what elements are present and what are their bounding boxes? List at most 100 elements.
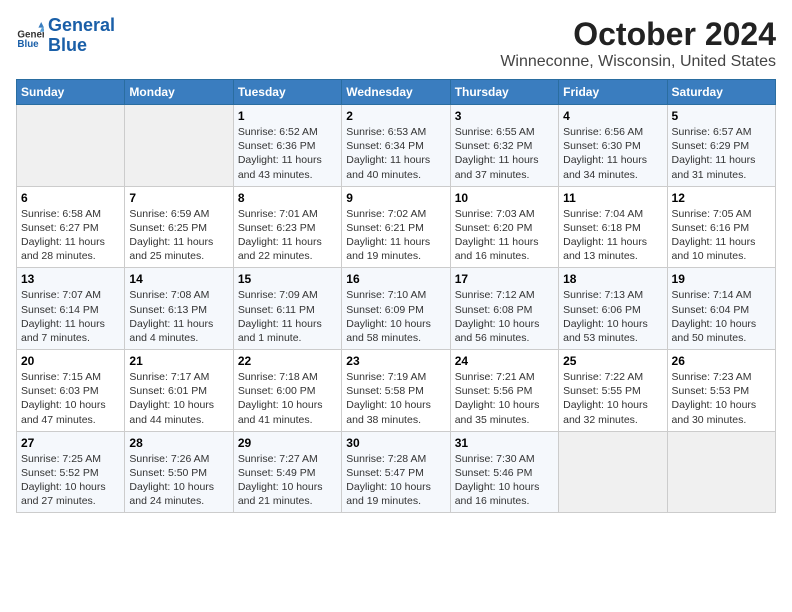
day-detail: Sunrise: 7:17 AM Sunset: 6:01 PM Dayligh…	[129, 370, 228, 427]
calendar-cell	[559, 431, 667, 513]
calendar-cell: 26 Sunrise: 7:23 AM Sunset: 5:53 PM Dayli…	[667, 350, 775, 432]
calendar-cell: 17Sunrise: 7:12 AM Sunset: 6:08 PM Dayli…	[450, 268, 558, 350]
day-number: 16	[346, 272, 445, 286]
day-number: 23	[346, 354, 445, 368]
calendar-cell: 3 Sunrise: 6:55 AM Sunset: 6:32 PM Daylig…	[450, 105, 558, 187]
day-number: 18	[563, 272, 662, 286]
day-detail: Sunrise: 7:05 AM Sunset: 6:16 PM Dayligh…	[672, 207, 771, 264]
page-title: October 2024	[500, 16, 776, 53]
day-detail: Sunrise: 7:04 AM Sunset: 6:18 PM Dayligh…	[563, 207, 662, 264]
day-detail: Sunrise: 6:56 AM Sunset: 6:30 PM Dayligh…	[563, 125, 662, 182]
day-detail: Sunrise: 7:02 AM Sunset: 6:21 PM Dayligh…	[346, 207, 445, 264]
day-number: 14	[129, 272, 228, 286]
column-header-monday: Monday	[125, 80, 233, 105]
calendar-cell: 24 Sunrise: 7:21 AM Sunset: 5:56 PM Dayli…	[450, 350, 558, 432]
column-header-sunday: Sunday	[17, 80, 125, 105]
day-number: 31	[455, 436, 554, 450]
day-number: 25	[563, 354, 662, 368]
calendar-cell	[17, 105, 125, 187]
column-header-tuesday: Tuesday	[233, 80, 341, 105]
day-number: 6	[21, 191, 120, 205]
day-number: 27	[21, 436, 120, 450]
calendar-cell: 6 Sunrise: 6:58 AM Sunset: 6:27 PM Daylig…	[17, 186, 125, 268]
calendar-cell: 22 Sunrise: 7:18 AM Sunset: 6:00 PM Dayli…	[233, 350, 341, 432]
day-number: 26	[672, 354, 771, 368]
calendar-cell: 30 Sunrise: 7:28 AM Sunset: 5:47 PM Dayli…	[342, 431, 450, 513]
calendar-cell: 23 Sunrise: 7:19 AM Sunset: 5:58 PM Dayli…	[342, 350, 450, 432]
day-detail: Sunrise: 7:28 AM Sunset: 5:47 PM Dayligh…	[346, 452, 445, 509]
day-number: 13	[21, 272, 120, 286]
day-detail: Sunrise: 6:58 AM Sunset: 6:27 PM Dayligh…	[21, 207, 120, 264]
day-detail: Sunrise: 7:03 AM Sunset: 6:20 PM Dayligh…	[455, 207, 554, 264]
day-number: 29	[238, 436, 337, 450]
calendar-table: SundayMondayTuesdayWednesdayThursdayFrid…	[16, 79, 776, 513]
day-number: 15	[238, 272, 337, 286]
day-detail: Sunrise: 7:10 AM Sunset: 6:09 PM Dayligh…	[346, 288, 445, 345]
calendar-cell: 5Sunrise: 6:57 AM Sunset: 6:29 PM Daylig…	[667, 105, 775, 187]
calendar-cell: 31 Sunrise: 7:30 AM Sunset: 5:46 PM Dayli…	[450, 431, 558, 513]
day-detail: Sunrise: 7:07 AM Sunset: 6:14 PM Dayligh…	[21, 288, 120, 345]
calendar-cell: 15 Sunrise: 7:09 AM Sunset: 6:11 PM Dayli…	[233, 268, 341, 350]
day-number: 10	[455, 191, 554, 205]
calendar-cell: 20Sunrise: 7:15 AM Sunset: 6:03 PM Dayli…	[17, 350, 125, 432]
day-number: 30	[346, 436, 445, 450]
calendar-cell: 14Sunrise: 7:08 AM Sunset: 6:13 PM Dayli…	[125, 268, 233, 350]
day-detail: Sunrise: 7:23 AM Sunset: 5:53 PM Dayligh…	[672, 370, 771, 427]
day-detail: Sunrise: 6:52 AM Sunset: 6:36 PM Dayligh…	[238, 125, 337, 182]
day-number: 1	[238, 109, 337, 123]
calendar-cell: 25 Sunrise: 7:22 AM Sunset: 5:55 PM Dayli…	[559, 350, 667, 432]
day-detail: Sunrise: 7:09 AM Sunset: 6:11 PM Dayligh…	[238, 288, 337, 345]
day-detail: Sunrise: 7:26 AM Sunset: 5:50 PM Dayligh…	[129, 452, 228, 509]
calendar-cell: 10 Sunrise: 7:03 AM Sunset: 6:20 PM Dayli…	[450, 186, 558, 268]
day-number: 19	[672, 272, 771, 286]
calendar-cell: 2 Sunrise: 6:53 AM Sunset: 6:34 PM Daylig…	[342, 105, 450, 187]
calendar-cell: 12Sunrise: 7:05 AM Sunset: 6:16 PM Dayli…	[667, 186, 775, 268]
day-number: 8	[238, 191, 337, 205]
day-detail: Sunrise: 6:53 AM Sunset: 6:34 PM Dayligh…	[346, 125, 445, 182]
calendar-cell: 18 Sunrise: 7:13 AM Sunset: 6:06 PM Dayli…	[559, 268, 667, 350]
column-header-saturday: Saturday	[667, 80, 775, 105]
calendar-cell: 9Sunrise: 7:02 AM Sunset: 6:21 PM Daylig…	[342, 186, 450, 268]
day-detail: Sunrise: 7:01 AM Sunset: 6:23 PM Dayligh…	[238, 207, 337, 264]
day-detail: Sunrise: 7:18 AM Sunset: 6:00 PM Dayligh…	[238, 370, 337, 427]
day-detail: Sunrise: 7:15 AM Sunset: 6:03 PM Dayligh…	[21, 370, 120, 427]
day-detail: Sunrise: 7:25 AM Sunset: 5:52 PM Dayligh…	[21, 452, 120, 509]
day-detail: Sunrise: 7:27 AM Sunset: 5:49 PM Dayligh…	[238, 452, 337, 509]
title-block: October 2024 Winneconne, Wisconsin, Unit…	[500, 16, 776, 71]
calendar-cell: 13 Sunrise: 7:07 AM Sunset: 6:14 PM Dayli…	[17, 268, 125, 350]
calendar-cell: 8 Sunrise: 7:01 AM Sunset: 6:23 PM Daylig…	[233, 186, 341, 268]
day-number: 4	[563, 109, 662, 123]
day-number: 17	[455, 272, 554, 286]
calendar-cell: 19Sunrise: 7:14 AM Sunset: 6:04 PM Dayli…	[667, 268, 775, 350]
calendar-cell: 4 Sunrise: 6:56 AM Sunset: 6:30 PM Daylig…	[559, 105, 667, 187]
column-header-wednesday: Wednesday	[342, 80, 450, 105]
day-number: 28	[129, 436, 228, 450]
day-detail: Sunrise: 7:22 AM Sunset: 5:55 PM Dayligh…	[563, 370, 662, 427]
day-number: 24	[455, 354, 554, 368]
svg-text:Blue: Blue	[17, 39, 39, 50]
day-detail: Sunrise: 7:30 AM Sunset: 5:46 PM Dayligh…	[455, 452, 554, 509]
column-header-thursday: Thursday	[450, 80, 558, 105]
day-detail: Sunrise: 6:55 AM Sunset: 6:32 PM Dayligh…	[455, 125, 554, 182]
day-number: 3	[455, 109, 554, 123]
day-number: 2	[346, 109, 445, 123]
day-number: 11	[563, 191, 662, 205]
day-number: 7	[129, 191, 228, 205]
day-detail: Sunrise: 7:13 AM Sunset: 6:06 PM Dayligh…	[563, 288, 662, 345]
day-detail: Sunrise: 7:21 AM Sunset: 5:56 PM Dayligh…	[455, 370, 554, 427]
logo: General Blue General Blue	[16, 16, 115, 56]
day-detail: Sunrise: 6:59 AM Sunset: 6:25 PM Dayligh…	[129, 207, 228, 264]
day-detail: Sunrise: 7:19 AM Sunset: 5:58 PM Dayligh…	[346, 370, 445, 427]
calendar-cell	[667, 431, 775, 513]
page-header: General Blue General Blue October 2024 W…	[16, 16, 776, 71]
logo-text: General Blue	[48, 16, 115, 56]
calendar-cell: 29 Sunrise: 7:27 AM Sunset: 5:49 PM Dayli…	[233, 431, 341, 513]
calendar-cell: 1 Sunrise: 6:52 AM Sunset: 6:36 PM Daylig…	[233, 105, 341, 187]
calendar-cell	[125, 105, 233, 187]
calendar-cell: 28 Sunrise: 7:26 AM Sunset: 5:50 PM Dayli…	[125, 431, 233, 513]
day-number: 21	[129, 354, 228, 368]
calendar-cell: 7 Sunrise: 6:59 AM Sunset: 6:25 PM Daylig…	[125, 186, 233, 268]
day-number: 22	[238, 354, 337, 368]
calendar-cell: 16 Sunrise: 7:10 AM Sunset: 6:09 PM Dayli…	[342, 268, 450, 350]
column-header-friday: Friday	[559, 80, 667, 105]
